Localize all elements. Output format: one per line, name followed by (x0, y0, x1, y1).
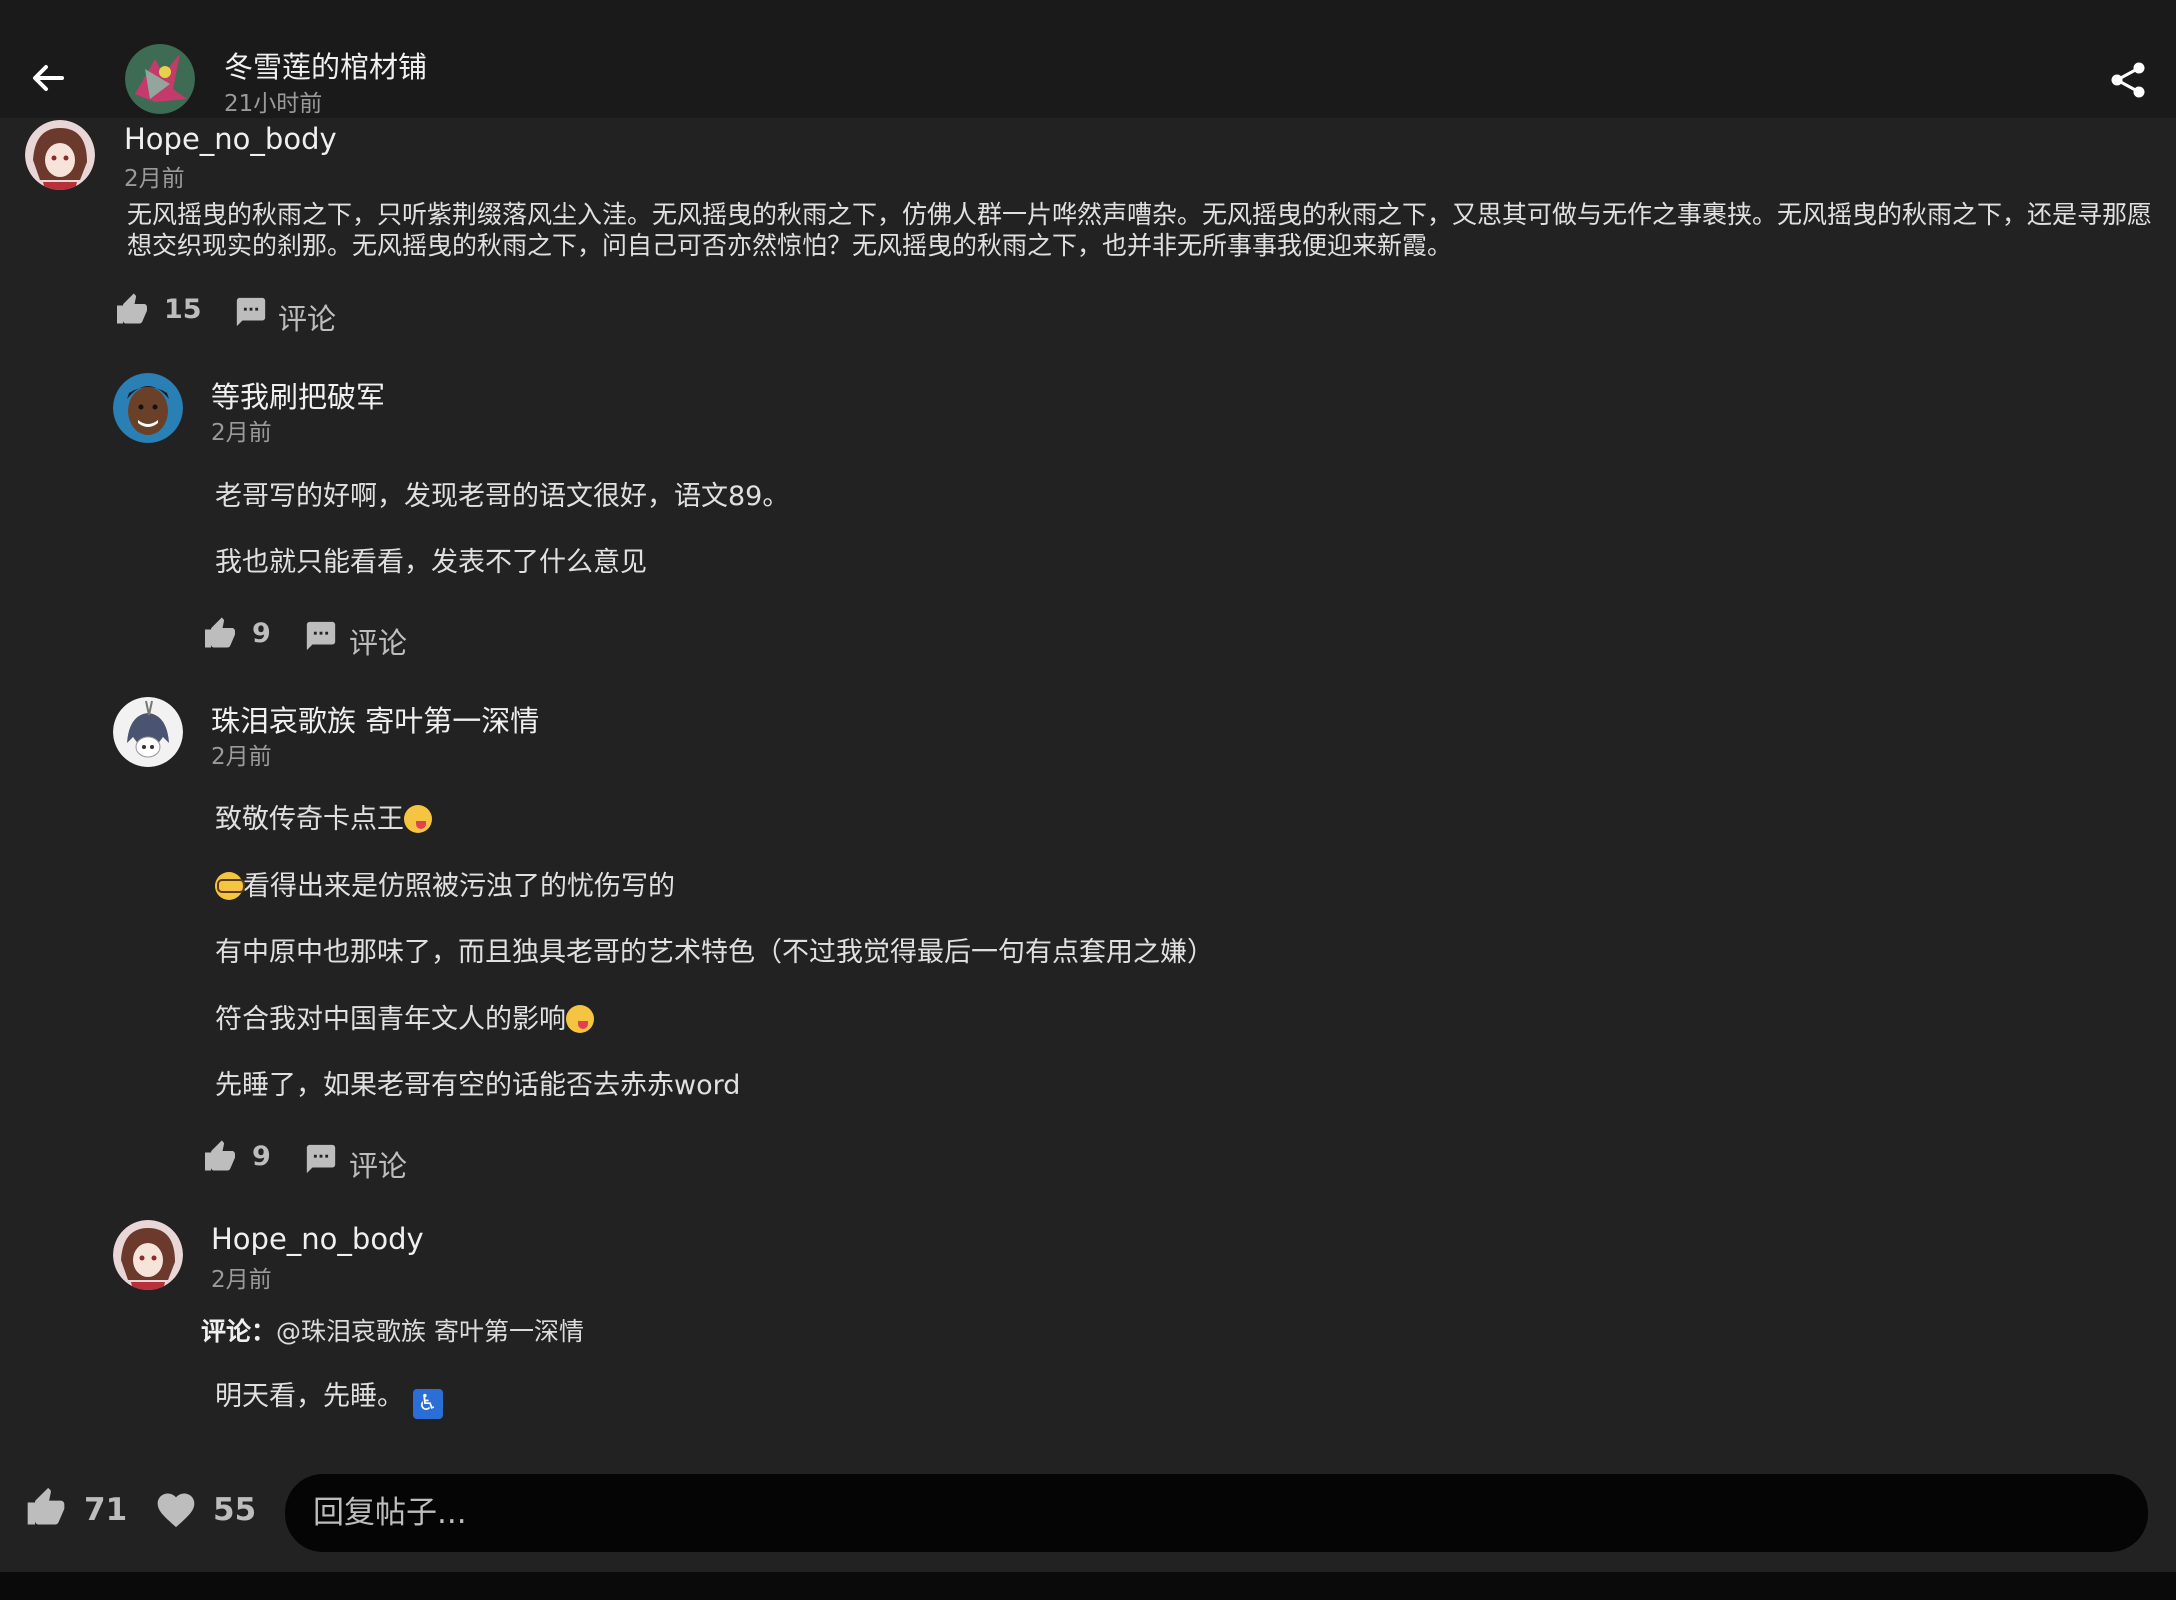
thumbs-up-icon (205, 617, 235, 648)
like-button[interactable] (202, 616, 238, 652)
yum-emoji-icon (404, 805, 432, 833)
comment-label[interactable]: 评论 (349, 1143, 407, 1185)
avatar[interactable] (113, 697, 183, 767)
avatar[interactable] (25, 120, 95, 190)
comment-text-line-1: 无风摇曳的秋雨之下，只听紫荆缀落风尘入洼。无风摇曳的秋雨之下，仿佛人群一片哗然声… (127, 200, 2153, 229)
avatar[interactable] (113, 1220, 183, 1290)
yum-emoji-icon (566, 1005, 594, 1033)
thumbs-up-icon (117, 293, 147, 324)
comment-text-line: 我也就只能看看，发表不了什么意见 (215, 547, 647, 578)
username[interactable]: Hope_no_body (211, 1222, 424, 1256)
like-count: 15 (164, 294, 202, 325)
reply-input[interactable] (285, 1474, 2148, 1552)
like-count: 9 (252, 1141, 271, 1172)
thumbs-up-icon (205, 1140, 235, 1171)
heart-icon (157, 1493, 195, 1528)
wheelchair-emoji-icon: ♿ (412, 1389, 443, 1419)
username[interactable]: Hope_no_body (124, 122, 337, 156)
comment-label[interactable]: 评论 (278, 296, 336, 338)
post-like-count: 71 (84, 1492, 128, 1528)
comment-text: 致敬传奇卡点王 (215, 804, 404, 835)
nerd-emoji-icon (215, 872, 245, 900)
comment-bubble-icon (306, 1144, 336, 1174)
comment-time: 2月前 (211, 420, 272, 446)
share-button[interactable] (2108, 60, 2148, 100)
username[interactable]: 珠泪哀歌族 寄叶第一深情 (211, 698, 539, 740)
thumbs-up-icon (27, 1487, 65, 1525)
page-title: 冬雪莲的棺材铺 (224, 50, 428, 84)
comment-text: 看得出来是仿照被污浊了的忧伤写的 (243, 871, 675, 902)
favorite-button[interactable] (154, 1488, 198, 1532)
comment-bubble-icon (306, 621, 336, 651)
post-like-button[interactable] (24, 1486, 68, 1530)
share-icon (2111, 62, 2145, 98)
comment-text-line-2: 想交织现实的刹那。无风摇曳的秋雨之下，问自己可否亦然惊怕？无风摇曳的秋雨之下，也… (127, 231, 1453, 260)
username[interactable]: 等我刷把破军 (211, 374, 385, 416)
comment-button[interactable] (304, 619, 340, 655)
bottom-edge (0, 1572, 2176, 1600)
comment-text-line: 符合我对中国青年文人的影响 (215, 997, 594, 1036)
reply-target-link[interactable]: @珠泪哀歌族 寄叶第一深情 (276, 1317, 584, 1346)
reply-prefix-label: 评论： (201, 1317, 277, 1346)
comment-label[interactable]: 评论 (349, 620, 407, 662)
comment-time: 2月前 (211, 744, 272, 770)
arrow-left-icon (33, 65, 64, 91)
avatar[interactable] (113, 373, 183, 443)
like-count: 9 (252, 618, 271, 649)
comment-button[interactable] (234, 295, 270, 331)
author-avatar[interactable] (125, 44, 195, 114)
like-button[interactable] (114, 292, 150, 328)
main-comment-actions: 15 评论 (114, 292, 354, 336)
comment-text-line: 明天看，先睡。 ♿ (215, 1374, 443, 1419)
favorite-count: 55 (213, 1492, 257, 1528)
comment-text-line: 老哥写的好啊，发现老哥的语文很好，语文89。 (215, 481, 790, 512)
comment-time: 2月前 (211, 1267, 272, 1293)
reply-actions: 9 评论 (202, 1139, 442, 1183)
comment-text: 明天看，先睡。 (215, 1381, 404, 1412)
comment-text-line: 有中原中也那味了，而且独具老哥的艺术特色（不过我觉得最后一句有点套用之嫌） (215, 937, 1214, 968)
top-bar: 冬雪莲的棺材铺 21小时前 (0, 0, 2176, 118)
comment-text-line: 看得出来是仿照被污浊了的忧伤写的 (215, 864, 675, 903)
post-time: 21小时前 (224, 91, 323, 117)
reply-reference: 评论：@珠泪哀歌族 寄叶第一深情 (201, 1312, 584, 1348)
comment-bubble-icon (236, 297, 266, 327)
comment-text: 符合我对中国青年文人的影响 (215, 1004, 566, 1035)
comment-text-line: 先睡了，如果老哥有空的话能否去赤赤word (215, 1070, 741, 1101)
comment-text-line: 致敬传奇卡点王 (215, 797, 432, 836)
comment-time: 2月前 (124, 166, 185, 192)
back-button[interactable] (28, 58, 68, 98)
reply-actions: 9 评论 (202, 616, 442, 660)
like-button[interactable] (202, 1139, 238, 1175)
comment-button[interactable] (304, 1142, 340, 1178)
